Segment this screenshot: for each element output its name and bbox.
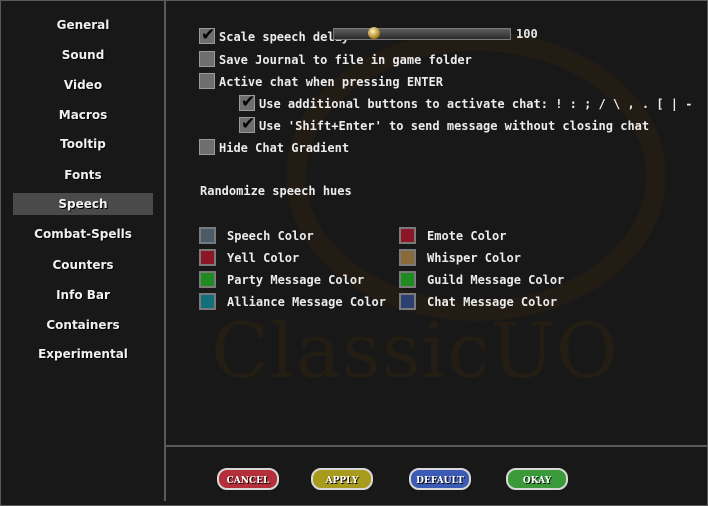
okay-button[interactable]: OKAY [506,468,568,490]
check-icon: ✔ [241,92,256,112]
options-window: ClassicUO General Sound Video Macros Too… [0,0,708,506]
apply-button[interactable]: APPLY [311,468,373,490]
default-button[interactable]: DEFAULT [409,468,471,490]
sidebar-item-general[interactable]: General [13,14,153,36]
sidebar-item-tooltip[interactable]: Tooltip [13,133,153,155]
cancel-button[interactable]: CANCEL [217,468,279,490]
sidebar-item-containers[interactable]: Containers [13,314,153,336]
save-journal-label: Save Journal to file in game folder [219,53,472,67]
sidebar-item-video[interactable]: Video [13,74,153,96]
sidebar-item-info-bar[interactable]: Info Bar [13,284,153,306]
active-chat-enter-label: Active chat when pressing ENTER [219,75,443,89]
party-color-swatch[interactable] [199,271,216,288]
randomize-speech-hues-label[interactable]: Randomize speech hues [200,184,352,198]
shift-enter-checkbox[interactable]: ✔ [239,114,256,134]
emote-color-swatch[interactable] [399,227,416,244]
sidebar: General Sound Video Macros Tooltip Fonts… [1,1,166,501]
hide-chat-gradient-label: Hide Chat Gradient [219,141,350,155]
sidebar-item-counters[interactable]: Counters [13,254,153,276]
additional-buttons-label: Use additional buttons to activate chat:… [259,97,693,111]
check-icon: ✔ [241,114,256,134]
sidebar-item-sound[interactable]: Sound [13,44,153,66]
footer-divider [164,445,707,447]
sidebar-item-speech[interactable]: Speech [13,193,153,215]
sidebar-item-macros[interactable]: Macros [13,104,153,126]
guild-color-label: Guild Message Color [427,273,565,287]
speech-delay-slider-fill [334,29,510,39]
scale-speech-delay-checkbox[interactable]: ✔ [199,25,216,45]
chat-color-label: Chat Message Color [427,295,558,309]
speech-delay-value: 100 [516,27,538,41]
whisper-color-swatch[interactable] [399,249,416,266]
party-color-label: Party Message Color [227,273,365,287]
additional-buttons-checkbox[interactable]: ✔ [239,92,256,112]
whisper-color-label: Whisper Color [427,251,521,265]
hide-chat-gradient-checkbox[interactable] [199,139,215,155]
check-icon: ✔ [201,25,216,45]
active-chat-enter-checkbox[interactable] [199,73,215,89]
shift-enter-label: Use 'Shift+Enter' to send message withou… [259,119,650,133]
guild-color-swatch[interactable] [399,271,416,288]
sidebar-item-fonts[interactable]: Fonts [13,164,153,186]
yell-color-label: Yell Color [227,251,300,265]
chat-color-swatch[interactable] [399,293,416,310]
save-journal-checkbox[interactable] [199,51,215,67]
emote-color-label: Emote Color [427,229,507,243]
sidebar-item-experimental[interactable]: Experimental [13,343,153,365]
speech-delay-slider[interactable] [333,27,511,40]
yell-color-swatch[interactable] [199,249,216,266]
scale-speech-delay-label: Scale speech delay [219,30,350,44]
alliance-color-swatch[interactable] [199,293,216,310]
alliance-color-label: Alliance Message Color [227,295,386,309]
watermark-logo: ClassicUO [211,306,619,395]
speech-color-swatch[interactable] [199,227,216,244]
sidebar-item-combat-spells[interactable]: Combat-Spells [13,223,153,245]
speech-color-label: Speech Color [227,229,314,243]
